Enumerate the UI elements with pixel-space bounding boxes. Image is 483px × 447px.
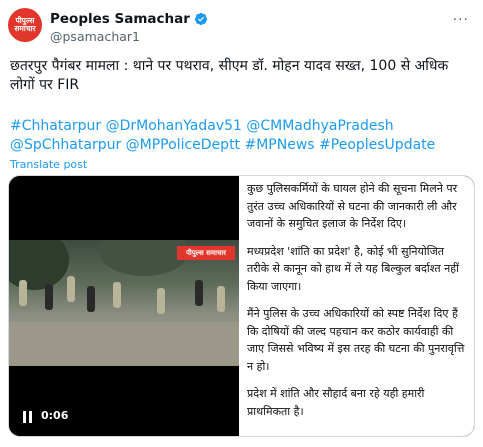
pause-icon[interactable] <box>23 411 33 423</box>
video-scene-tree <box>99 240 189 276</box>
statement-paragraph: कुछ पुलिसकर्मियों के घायल होने की सूचना … <box>247 182 458 230</box>
video-scene-person <box>113 282 121 308</box>
statement-paragraph: मध्यप्रदेश 'शांति का प्रदेश' है, कोई भी … <box>247 244 459 293</box>
name-row: Peoples Samachar <box>50 11 208 27</box>
video-frame: पीपुल्स समाचार <box>9 240 239 366</box>
video-scene-person <box>45 284 53 310</box>
display-name[interactable]: Peoples Samachar <box>50 11 190 27</box>
tweet-header: पीपुल्स समाचार Peoples Samachar @psamach… <box>8 8 475 48</box>
video-scene-person <box>67 276 75 302</box>
statement-paragraph: प्रदेश में शांति और सौहार्द बना रहे यही … <box>247 387 425 418</box>
video-scene-person <box>157 288 165 314</box>
avatar-logo-text: पीपुल्स समाचार <box>14 16 36 33</box>
video-scene-tree <box>9 240 69 290</box>
more-options-icon[interactable]: ··· <box>453 12 469 28</box>
statement-paragraph: मैंने पुलिस के उच्च अधिकारियों को स्पष्ट… <box>247 307 465 373</box>
video-scene-person <box>87 286 95 312</box>
tweet-text: छतरपुर पैगंबर मामला : थाने पर पथराव, सीए… <box>10 58 449 93</box>
video-controls: 0:06 <box>9 402 239 432</box>
video-scene-person <box>19 280 27 306</box>
avatar[interactable]: पीपुल्स समाचार <box>8 8 42 42</box>
video-player[interactable]: पीपुल्स समाचार 0:06 <box>9 176 239 436</box>
channel-watermark: पीपुल्स समाचार <box>177 246 235 260</box>
tweet-hashtags[interactable]: #Chhatarpur @DrMohanYadav51 @CMMadhyaPra… <box>10 117 472 155</box>
handle[interactable]: @psamachar1 <box>50 29 140 44</box>
translate-post-link[interactable]: Translate post <box>10 158 87 171</box>
statement-image[interactable]: कुछ पुलिसकर्मियों के घायल होने की सूचना … <box>239 176 474 436</box>
media-card: पीपुल्स समाचार 0:06 कुछ पुलिसकर्मियों के… <box>8 175 475 437</box>
verified-badge-icon <box>194 12 208 26</box>
video-scene-person <box>195 280 203 306</box>
video-time: 0:06 <box>41 409 69 422</box>
video-scene-person <box>217 286 225 312</box>
video-scene-ground <box>9 322 239 366</box>
